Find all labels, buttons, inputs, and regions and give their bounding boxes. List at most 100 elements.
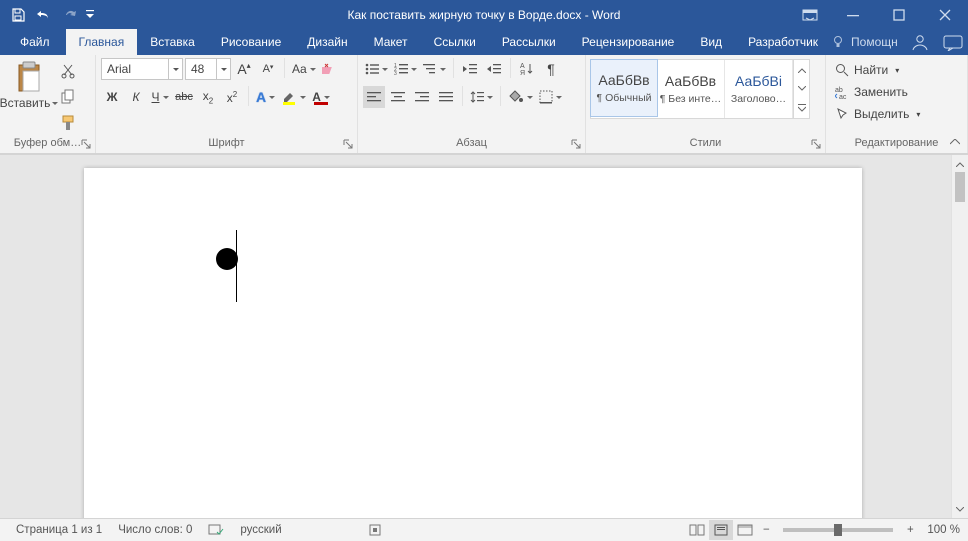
font-size-combo[interactable]: 48 [185, 58, 231, 80]
decrease-indent-icon[interactable] [459, 58, 481, 80]
styles-gallery-expand[interactable] [793, 60, 809, 118]
find-button[interactable]: Найти▾ [831, 59, 903, 81]
maximize-icon[interactable] [876, 0, 922, 29]
grow-font-icon[interactable]: A▴ [233, 58, 255, 80]
align-right-icon[interactable] [411, 86, 433, 108]
qat-customize-icon[interactable] [84, 3, 96, 27]
collapse-ribbon-icon[interactable] [946, 135, 964, 151]
bullets-button[interactable] [363, 58, 390, 80]
redo-icon[interactable] [58, 3, 82, 27]
document-area [0, 154, 968, 518]
highlight-button[interactable] [279, 86, 308, 108]
zoom-in-button[interactable]: + [901, 524, 919, 536]
dialog-launcher-icon[interactable] [570, 138, 582, 150]
copy-icon[interactable] [57, 86, 79, 108]
minimize-icon[interactable] [830, 0, 876, 29]
group-paragraph: 123 AЯ ¶ Абзац [358, 55, 586, 153]
font-color-button[interactable]: A [310, 86, 332, 108]
account-icon[interactable] [910, 33, 930, 51]
style-normal[interactable]: АаБбВв ¶ Обычный [590, 59, 658, 117]
italic-button[interactable]: К [125, 86, 147, 108]
zoom-level[interactable]: 100 % [919, 524, 960, 536]
cursor-select-icon [835, 107, 849, 121]
tab-references[interactable]: Ссылки [421, 29, 489, 55]
dialog-launcher-icon[interactable] [80, 138, 92, 150]
borders-button[interactable] [537, 86, 564, 108]
group-styles: АаБбВв ¶ Обычный АаБбВв ¶ Без инте… АаБб… [586, 55, 826, 153]
quick-access-toolbar [0, 0, 98, 29]
zoom-out-button[interactable]: − [757, 524, 775, 536]
svg-text:A: A [520, 63, 525, 70]
select-button[interactable]: Выделить▾ [831, 103, 924, 125]
align-center-icon[interactable] [387, 86, 409, 108]
undo-icon[interactable] [32, 3, 56, 27]
save-icon[interactable] [6, 3, 30, 27]
status-page[interactable]: Страница 1 из 1 [8, 524, 110, 536]
view-print-layout-icon[interactable] [709, 520, 733, 540]
line-spacing-button[interactable] [468, 86, 495, 108]
tell-me-search[interactable]: Помощн [831, 35, 898, 49]
bold-button[interactable]: Ж [101, 86, 123, 108]
page[interactable] [84, 168, 862, 518]
tab-home[interactable]: Главная [66, 29, 138, 55]
dialog-launcher-icon[interactable] [342, 138, 354, 150]
superscript-button[interactable]: x2 [221, 86, 243, 108]
multilevel-list-button[interactable] [421, 58, 448, 80]
numbering-button[interactable]: 123 [392, 58, 419, 80]
zoom-slider[interactable] [783, 528, 893, 532]
vertical-scrollbar[interactable] [951, 155, 968, 518]
status-macro-icon[interactable] [360, 523, 390, 537]
align-left-icon[interactable] [363, 86, 385, 108]
clear-formatting-icon[interactable] [320, 58, 342, 80]
tab-file[interactable]: Файл [4, 29, 66, 55]
scroll-up-icon[interactable] [952, 155, 968, 172]
subscript-button[interactable]: x2 [197, 86, 219, 108]
justify-icon[interactable] [435, 86, 457, 108]
styles-gallery[interactable]: АаБбВв ¶ Обычный АаБбВв ¶ Без инте… АаБб… [590, 59, 810, 119]
text-effects-button[interactable]: A [254, 86, 277, 108]
replace-icon: abac [835, 85, 849, 99]
view-read-mode-icon[interactable] [685, 520, 709, 540]
shading-button[interactable] [506, 86, 535, 108]
font-name-combo[interactable]: Arial [101, 58, 183, 80]
underline-button[interactable]: Ч [149, 86, 171, 108]
status-language[interactable]: русский [232, 524, 289, 536]
tab-layout[interactable]: Макет [361, 29, 421, 55]
tab-design[interactable]: Дизайн [294, 29, 360, 55]
tab-mailings[interactable]: Рассылки [489, 29, 569, 55]
status-spellcheck-icon[interactable] [200, 523, 232, 537]
view-web-layout-icon[interactable] [733, 520, 757, 540]
scroll-thumb[interactable] [955, 172, 965, 202]
tab-draw[interactable]: Рисование [208, 29, 294, 55]
share-icon[interactable] [942, 33, 964, 51]
status-bar: Страница 1 из 1 Число слов: 0 русский − … [0, 518, 968, 541]
strikethrough-button[interactable]: abc [173, 86, 195, 108]
style-no-spacing[interactable]: АаБбВв ¶ Без инте… [657, 60, 725, 118]
scroll-down-icon[interactable] [952, 501, 968, 518]
tab-insert[interactable]: Вставка [137, 29, 208, 55]
tab-view[interactable]: Вид [687, 29, 735, 55]
style-heading1[interactable]: АаБбВі Заголово… [725, 60, 793, 118]
text-cursor [236, 230, 237, 302]
ribbon-display-options-icon[interactable] [790, 0, 830, 29]
paste-label: Вставить [0, 96, 58, 110]
cut-icon[interactable] [57, 60, 79, 82]
increase-indent-icon[interactable] [483, 58, 505, 80]
tab-review[interactable]: Рецензирование [569, 29, 688, 55]
ribbon: Вставить Буфер обм… Arial 48 A▴ A▾ Aa [0, 55, 968, 154]
close-icon[interactable] [922, 0, 968, 29]
tab-developer[interactable]: Разработчик [735, 29, 831, 55]
replace-button[interactable]: abac Заменить [831, 81, 912, 103]
paste-button[interactable]: Вставить [5, 58, 53, 110]
show-marks-icon[interactable]: ¶ [540, 58, 562, 80]
sort-icon[interactable]: AЯ [516, 58, 538, 80]
shrink-font-icon[interactable]: A▾ [257, 58, 279, 80]
tell-me-label: Помощн [851, 35, 898, 49]
dialog-launcher-icon[interactable] [810, 138, 822, 150]
format-painter-icon[interactable] [57, 112, 79, 134]
group-font: Arial 48 A▴ A▾ Aa Ж К Ч abc x2 x2 A A [96, 55, 358, 153]
ribbon-tabs: Файл Главная Вставка Рисование Дизайн Ма… [0, 29, 968, 55]
change-case-button[interactable]: Aa [290, 58, 318, 80]
svg-text:ac: ac [839, 94, 847, 99]
status-word-count[interactable]: Число слов: 0 [110, 524, 200, 536]
